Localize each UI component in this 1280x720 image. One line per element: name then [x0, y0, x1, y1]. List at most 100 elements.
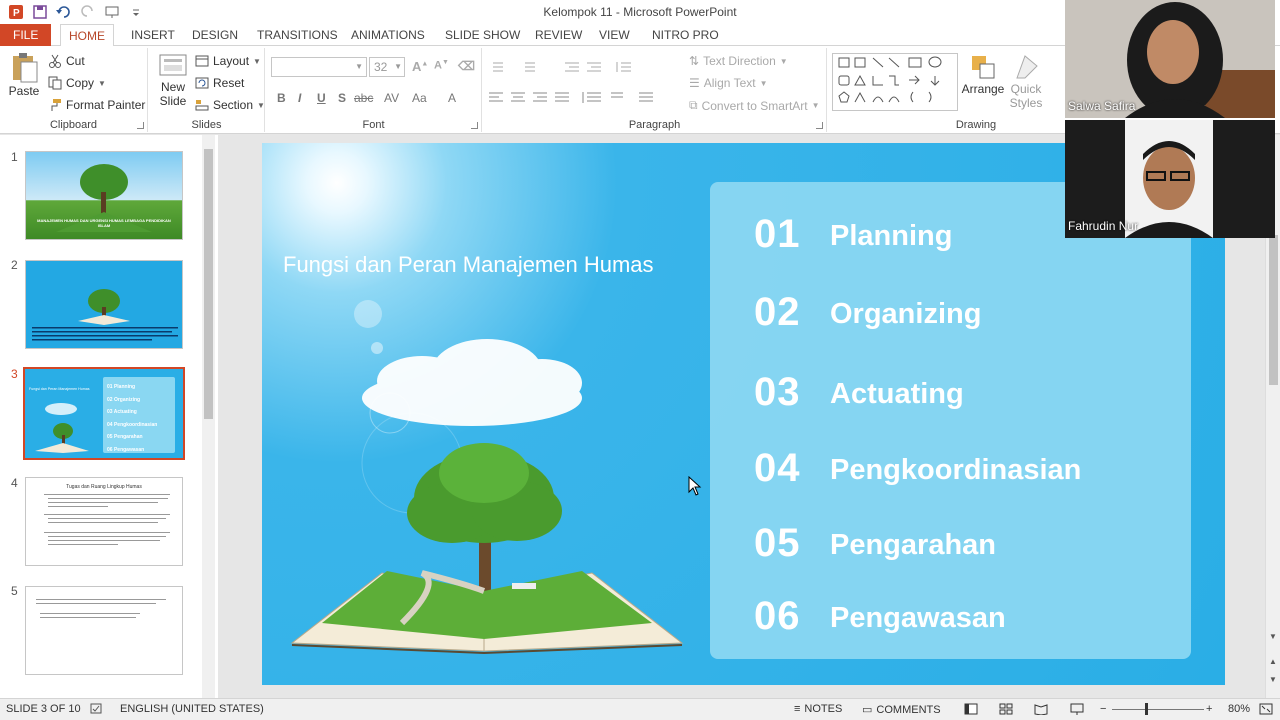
- participant-name: Salwa Safira: [1068, 99, 1136, 113]
- copy-button[interactable]: Copy ▼: [48, 76, 106, 90]
- cut-button[interactable]: Cut: [48, 54, 85, 68]
- zoom-level[interactable]: 80%: [1228, 703, 1250, 715]
- align-text-label: Align Text: [703, 76, 756, 90]
- character-spacing-button[interactable]: AV: [384, 91, 399, 105]
- reset-icon: [195, 77, 209, 89]
- dialog-launcher-icon[interactable]: [816, 122, 823, 129]
- zoom-slider-thumb[interactable]: [1145, 703, 1148, 715]
- tab-review[interactable]: REVIEW: [527, 24, 590, 46]
- slide-counter[interactable]: SLIDE 3 OF 10: [6, 703, 81, 715]
- text-shadow-button[interactable]: S: [338, 91, 346, 105]
- chevron-down-icon: ▼: [253, 56, 261, 66]
- scrollbar-thumb[interactable]: [1269, 235, 1278, 385]
- section-button[interactable]: Section ▼: [195, 98, 265, 112]
- slide-title[interactable]: Fungsi dan Peran Manajemen Humas: [283, 252, 654, 278]
- previous-slide-icon[interactable]: ▲: [1269, 657, 1277, 666]
- slide-thumbnail-2[interactable]: [25, 260, 183, 349]
- tab-animations[interactable]: ANIMATIONS: [343, 24, 433, 46]
- item-number: 01: [754, 212, 801, 256]
- font-group-label: Font: [362, 119, 385, 131]
- clear-formatting-icon[interactable]: ⌫: [458, 59, 475, 73]
- zoom-slider[interactable]: [1112, 709, 1204, 710]
- item-label: Pengarahan: [830, 529, 996, 561]
- underline-button[interactable]: U: [317, 91, 326, 105]
- thumbnail-number: 3: [11, 367, 18, 381]
- layout-icon: [195, 55, 209, 67]
- slide-thumbnail-4[interactable]: Tugas dan Ruang Lingkup Humas: [25, 477, 183, 566]
- layout-button[interactable]: Layout ▼: [195, 54, 261, 68]
- paste-label: Paste: [8, 84, 40, 98]
- strikethrough-button[interactable]: abc: [354, 91, 373, 105]
- fit-slide-icon[interactable]: [1259, 703, 1273, 715]
- tab-slide-show[interactable]: SLIDE SHOW: [437, 24, 528, 46]
- font-group: ▼ 32 ▼ A▲ A▼ ⌫ B I U S abc AV Aa A Font: [266, 48, 482, 132]
- slide-thumbnail-3[interactable]: Fungsi dan Peran Manajemen Humas 01 Plan…: [23, 367, 185, 460]
- drawing-group-label: Drawing: [955, 119, 997, 131]
- tab-insert[interactable]: INSERT: [123, 24, 183, 46]
- new-slide-button[interactable]: New Slide: [155, 52, 191, 108]
- comments-label: COMMENTS: [876, 703, 941, 716]
- text-direction-button[interactable]: ⇅ Text Direction ▼: [689, 54, 788, 68]
- format-painter-icon: [51, 99, 61, 111]
- notes-button[interactable]: ≡ NOTES: [794, 703, 842, 715]
- shrink-font-button[interactable]: A▼: [434, 59, 449, 72]
- participant-video-1[interactable]: Salwa Safira: [1065, 0, 1275, 118]
- new-slide-icon: [159, 54, 187, 76]
- quick-styles-icon: [1016, 55, 1038, 79]
- list-buttons-icon[interactable]: [489, 60, 639, 74]
- change-case-button[interactable]: Aa: [412, 91, 427, 105]
- chevron-down-icon: ▼: [779, 56, 788, 66]
- slide-sorter-icon[interactable]: [999, 703, 1013, 715]
- convert-smartart-button[interactable]: ⧉ Convert to SmartArt ▼: [689, 98, 820, 113]
- normal-view-icon[interactable]: [964, 703, 978, 715]
- notes-label: NOTES: [804, 703, 843, 715]
- reset-button[interactable]: Reset: [195, 76, 244, 90]
- italic-button[interactable]: I: [298, 91, 301, 105]
- item-number: 04: [754, 446, 801, 490]
- comments-button[interactable]: ▭ COMMENTS: [862, 703, 941, 717]
- tab-transitions[interactable]: TRANSITIONS: [249, 24, 346, 46]
- text-direction-label: Text Direction: [703, 54, 776, 68]
- thumbnail-scrollbar[interactable]: [202, 135, 215, 698]
- next-slide-icon[interactable]: ▼: [1269, 675, 1277, 684]
- powerpoint-window: P Kelompok 11 - Microsoft PowerPoint FIL…: [0, 0, 1280, 720]
- font-color-button[interactable]: A: [448, 91, 456, 105]
- section-icon: [195, 100, 209, 111]
- slide-thumbnail-5[interactable]: [25, 586, 183, 675]
- slide-thumbnail-panel: 1 MANAJEMEN HUMAS DAN URGENSI HUMAS LEMB…: [0, 135, 218, 698]
- tab-design[interactable]: DESIGN: [184, 24, 246, 46]
- tab-home[interactable]: HOME: [60, 24, 114, 47]
- reading-view-icon[interactable]: [1034, 703, 1048, 715]
- scrollbar-thumb[interactable]: [204, 149, 213, 419]
- arrange-button[interactable]: Arrange: [962, 52, 1004, 96]
- item-label: Actuating: [830, 378, 964, 410]
- dialog-launcher-icon[interactable]: [137, 122, 144, 129]
- participant-video-2[interactable]: Fahrudin Nur: [1065, 120, 1275, 238]
- alignment-buttons-icon[interactable]: [489, 91, 669, 105]
- tab-nitro-pro[interactable]: NITRO PRO: [644, 24, 727, 46]
- zoom-out-icon[interactable]: −: [1100, 703, 1106, 715]
- chevron-down-icon: ▼: [257, 100, 265, 110]
- spell-check-icon[interactable]: [90, 703, 104, 715]
- font-name-dropdown[interactable]: ▼: [271, 57, 367, 77]
- grow-font-button[interactable]: A▲: [412, 59, 428, 74]
- scroll-down-icon[interactable]: ▼: [1269, 632, 1277, 641]
- format-painter-button[interactable]: Format Painter: [48, 98, 145, 112]
- paste-button[interactable]: Paste: [6, 52, 42, 98]
- tab-file[interactable]: FILE: [0, 24, 52, 46]
- zoom-in-icon[interactable]: +: [1206, 703, 1212, 715]
- thumbnail-item: 01 Planning: [107, 384, 136, 390]
- shapes-gallery[interactable]: [832, 53, 958, 111]
- paragraph-group: ⇅ Text Direction ▼ ☰ Align Text ▼ ⧉ Conv…: [483, 48, 827, 132]
- align-text-button[interactable]: ☰ Align Text ▼: [689, 76, 768, 90]
- slide-thumbnail-1[interactable]: MANAJEMEN HUMAS DAN URGENSI HUMAS LEMBAG…: [25, 151, 183, 240]
- bold-button[interactable]: B: [277, 91, 286, 105]
- tab-view[interactable]: VIEW: [591, 24, 638, 46]
- convert-smartart-label: Convert to SmartArt: [701, 98, 808, 113]
- language-indicator[interactable]: ENGLISH (UNITED STATES): [120, 703, 264, 715]
- quick-styles-button[interactable]: Quick Styles: [1004, 52, 1048, 110]
- align-text-icon: ☰: [689, 76, 700, 90]
- dialog-launcher-icon[interactable]: [471, 122, 478, 129]
- font-size-dropdown[interactable]: 32 ▼: [369, 57, 405, 77]
- slideshow-view-icon[interactable]: [1070, 703, 1084, 715]
